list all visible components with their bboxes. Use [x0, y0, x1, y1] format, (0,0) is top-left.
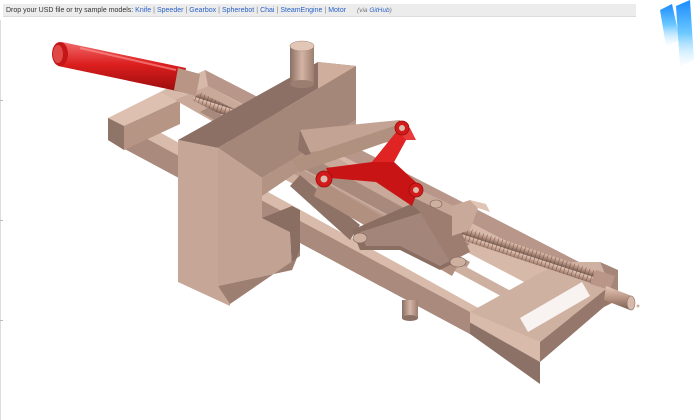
bottom-stub [402, 300, 418, 321]
3d-model-viewport[interactable] [0, 0, 700, 420]
top-post [289, 40, 315, 88]
handle-grip-icon[interactable] [52, 42, 200, 96]
cyan-slash-logo-icon [660, 0, 694, 66]
